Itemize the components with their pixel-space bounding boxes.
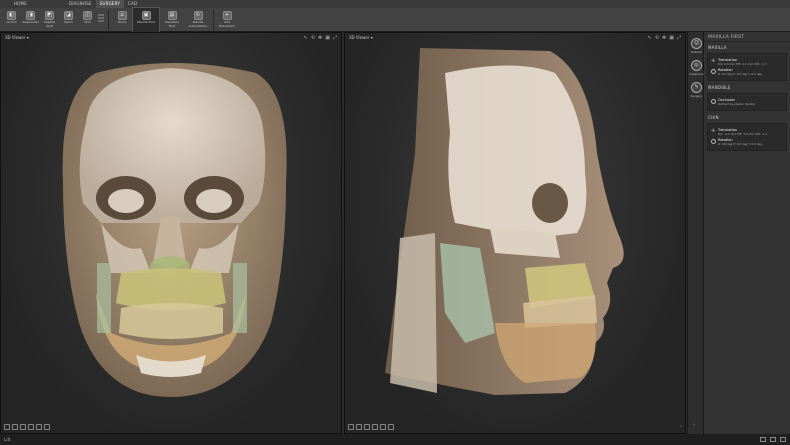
layout-dual-icon[interactable] (770, 437, 776, 442)
ribbon-overflow-handle[interactable] (97, 8, 106, 22)
sagittal-split-label: Sagittal Split (43, 20, 56, 28)
row-values: R: 0.0 deg P: 6.0 deg Y: 0.0 deg (718, 72, 762, 76)
workflow-rail: ☺ Patient ◎ Diagnose ✎ Surgery › (687, 32, 704, 434)
tab-home[interactable]: HOME (10, 0, 31, 8)
panel-collapse-arrow-icon[interactable]: › (680, 424, 682, 430)
view-bottom-icon[interactable] (44, 424, 50, 430)
maxilla-rotation-row[interactable]: Rotation R: 0.0 deg P: 6.0 deg Y: 0.0 de… (711, 68, 783, 76)
status-icons (760, 437, 786, 442)
translation-icon: ✛ (711, 128, 716, 134)
skull-lateral-render (385, 48, 624, 395)
view-top-icon[interactable] (36, 424, 42, 430)
section-maxilla-heading: MAXILLA (708, 45, 727, 50)
rail-item-label: Surgery (690, 94, 703, 98)
home-label: Home (117, 20, 127, 24)
rail-item-diagnose[interactable]: ◎ Diagnose (688, 60, 705, 76)
view-back-icon[interactable] (356, 424, 362, 430)
view-right-icon[interactable] (372, 424, 378, 430)
mandible-card: Occlusion Defined by plaster models (707, 93, 787, 111)
lefort-label: Le Fort (6, 20, 17, 24)
viewer-3d-lateral[interactable]: 3D Viewer ▾ ↖ ⟲ ✥ ▣ ⤢ › (344, 32, 686, 434)
chin-translation-row[interactable]: ✛ Translation R/L: -2.1 mm F/B: 3.9 mm U… (711, 128, 783, 136)
layout-single-icon[interactable] (760, 437, 766, 442)
lefort-icon: ◧ (7, 11, 16, 20)
sagittal-split-button[interactable]: ◩ Sagittal Split (40, 8, 59, 32)
chin-icon: ◫ (83, 11, 92, 20)
row-values: Defined by plaster models (718, 102, 755, 106)
home-icon: ⌂ (117, 11, 127, 20)
rail-item-label: Diagnose (689, 72, 704, 76)
tab-cad[interactable]: CAD (124, 0, 141, 8)
maxilla-card: ✛ Translation R/L: 0.0 mm F/B: 1.2 mm U/… (707, 53, 787, 81)
maxilla-first-icon: ▣ (141, 11, 151, 20)
row-values: R/L: -2.1 mm F/B: 3.9 mm U/D: -1.1 (718, 132, 768, 136)
status-text: Ldt (4, 437, 11, 442)
tab-diagnose[interactable]: DIAGNOSE (65, 0, 96, 8)
occlusion-icon (711, 99, 716, 104)
chin-button[interactable]: ◫ Chin (78, 8, 97, 32)
surgery-icon: ✎ (691, 82, 702, 93)
home-button[interactable]: ⌂ Home (111, 8, 133, 32)
view-left-icon[interactable] (364, 424, 370, 430)
translation-icon: ✛ (711, 58, 716, 64)
viewer-3d-frontal[interactable]: 3D Viewer ▾ ↖ ⟲ ✥ ▣ ⤢ (0, 32, 342, 434)
maxilla-first-button[interactable]: ▣ Maxilla First (132, 7, 160, 33)
genio-label: Genio (64, 20, 73, 24)
rotation-icon (711, 69, 716, 74)
row-values: R: 0.0 deg P: 0.0 deg Y: 0.0 deg (718, 142, 762, 146)
row-values: R/L: 0.0 mm F/B: 1.2 mm U/D: -1.7 (718, 62, 767, 66)
status-bar: Ldt (0, 434, 790, 445)
mandible-occlusion-row[interactable]: Occlusion Defined by plaster models (711, 98, 783, 106)
viewer-footer-tools (4, 424, 50, 430)
view-top-icon[interactable] (380, 424, 386, 430)
view-bottom-icon[interactable] (388, 424, 394, 430)
maxilla-autorotation-label: Maxilla Autorotation (188, 20, 208, 28)
chin-label: Chin (84, 20, 91, 24)
ribbon-separator (108, 10, 109, 30)
mandible-first-button[interactable]: ▤ Mandible First (159, 8, 185, 32)
mandible-first-icon: ▤ (167, 11, 177, 20)
genio-icon: ◪ (64, 11, 73, 20)
ribbon-toolbar: ◧ Le Fort ◨ Segmental ◩ Sagittal Split ◪ Gen… (0, 7, 790, 33)
autorotation-icon: ↻ (193, 11, 203, 20)
rail-expand-arrow-icon[interactable]: › (693, 422, 695, 428)
maxilla-first-panel: MAXILLA FIRST MAXILLA ✛ Translation R/L:… (704, 32, 790, 434)
view-front-icon[interactable] (348, 424, 354, 430)
chin-rotation-row[interactable]: Rotation R: 0.0 deg P: 0.0 deg Y: 0.0 de… (711, 138, 783, 146)
panel-title: MAXILLA FIRST (704, 32, 790, 42)
mandible-first-label: Mandible First (165, 20, 179, 28)
diagnose-icon: ◎ (691, 60, 702, 71)
layout-quad-icon[interactable] (780, 437, 786, 442)
maxilla-first-label: Maxilla First (137, 20, 155, 24)
genio-button[interactable]: ◪ Genio (59, 8, 78, 32)
add-distraction-label: Add Distraction (218, 20, 236, 28)
segment-icon: ◨ (26, 11, 35, 20)
view-front-icon[interactable] (4, 424, 10, 430)
maxilla-autorotation-button[interactable]: ↻ Maxilla Autorotation (185, 8, 211, 32)
ribbon-separator (213, 10, 214, 30)
tab-surgery[interactable]: SURGERY (95, 0, 125, 8)
segmental-button[interactable]: ◨ Segmental (21, 8, 40, 32)
distraction-icon: + (222, 11, 232, 20)
view-right-icon[interactable] (28, 424, 34, 430)
rotation-icon (711, 139, 716, 144)
section-chin-heading: CHIN (708, 115, 719, 120)
rail-item-surgery[interactable]: ✎ Surgery (688, 82, 705, 98)
rail-item-label: Patient (691, 50, 702, 54)
add-distraction-button[interactable]: + Add Distraction (216, 8, 238, 32)
viewer-footer-tools (348, 424, 394, 430)
section-mandible-heading: MANDIBLE (708, 85, 731, 90)
top-tab-bar: HOME DIAGNOSE SURGERY CAD (0, 0, 790, 8)
lefort-button[interactable]: ◧ Le Fort (2, 8, 21, 32)
segmental-label: Segmental (22, 20, 39, 24)
chin-card: ✛ Translation R/L: -2.1 mm F/B: 3.9 mm U… (707, 123, 787, 151)
skull-frontal-render (62, 63, 287, 397)
patient-icon: ☺ (691, 38, 702, 49)
view-back-icon[interactable] (12, 424, 18, 430)
maxilla-translation-row[interactable]: ✛ Translation R/L: 0.0 mm F/B: 1.2 mm U/… (711, 58, 783, 66)
rail-item-patient[interactable]: ☺ Patient (688, 38, 705, 54)
view-left-icon[interactable] (20, 424, 26, 430)
sagittal-split-icon: ◩ (45, 11, 54, 20)
